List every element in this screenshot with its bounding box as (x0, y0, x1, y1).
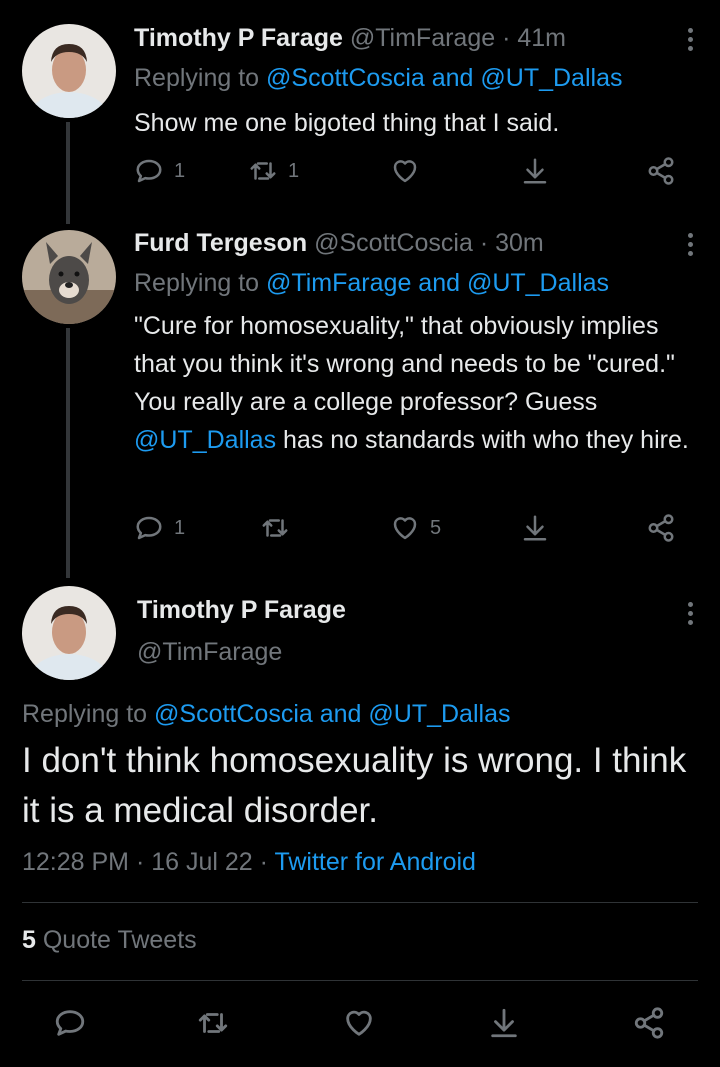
quote-tweets-link[interactable]: 5 Quote Tweets (22, 926, 197, 955)
bookmark-icon (523, 515, 547, 541)
thread-line (66, 328, 70, 578)
replying-to-link[interactable]: @ScottCoscia and @UT_Dallas (266, 64, 622, 92)
divider (22, 980, 698, 981)
retweet-count: 1 (288, 159, 300, 182)
tweet-meta: 12:28 PM · 16 Jul 22 · Twitter for Andro… (22, 848, 476, 877)
author-handle[interactable]: @TimFarage (350, 24, 495, 52)
tweet-time: · 30m (479, 229, 544, 257)
share-icon (634, 1007, 664, 1039)
bookmark-button[interactable] (487, 1006, 521, 1040)
retweet-button[interactable]: 1 (248, 156, 299, 186)
avatar[interactable] (22, 586, 116, 680)
reply-icon (136, 516, 162, 540)
replying-to: Replying to @ScottCoscia and @UT_Dallas (22, 700, 510, 729)
more-icon[interactable] (688, 28, 694, 55)
like-button[interactable] (342, 1006, 376, 1040)
tweet-actions: 1 1 (134, 156, 694, 188)
replying-prefix: Replying to (134, 64, 260, 92)
share-button[interactable] (646, 513, 676, 543)
tweet-source[interactable]: Twitter for Android (274, 848, 475, 876)
mention-link[interactable]: @UT_Dallas (134, 426, 276, 454)
like-icon (393, 160, 417, 183)
thread-line (66, 122, 70, 224)
author-name[interactable]: Timothy P Farage (137, 596, 346, 624)
share-icon (648, 514, 674, 542)
quote-count: 5 (22, 926, 36, 954)
tweet-text: Show me one bigoted thing that I said. (134, 109, 560, 137)
author-handle[interactable]: @TimFarage (137, 638, 282, 666)
divider (22, 902, 698, 903)
more-icon[interactable] (688, 233, 694, 260)
bookmark-icon (491, 1008, 517, 1038)
share-button[interactable] (646, 156, 676, 186)
like-button[interactable]: 5 (390, 513, 441, 543)
share-icon (648, 157, 674, 185)
tweet-text-part: has no standards with who they hire. (276, 426, 689, 454)
like-button[interactable] (390, 156, 420, 186)
tweet-text: "Cure for homosexuality," that obviously… (134, 307, 694, 459)
reply-icon (136, 159, 162, 183)
bookmark-button[interactable] (520, 513, 550, 543)
tweet-actions: 1 5 (134, 513, 694, 545)
reply-button[interactable] (53, 1006, 87, 1040)
replying-to-link[interactable]: @TimFarage and @UT_Dallas (266, 269, 609, 297)
author-name[interactable]: Furd Tergeson (134, 229, 307, 257)
like-icon (393, 517, 417, 540)
replying-prefix: Replying to (22, 700, 148, 728)
reply-icon (55, 1010, 85, 1036)
bookmark-button[interactable] (520, 156, 550, 186)
like-icon (346, 1010, 372, 1036)
tweet-text: I don't think homosexuality is wrong. I … (22, 741, 687, 830)
retweet-button[interactable] (260, 513, 300, 543)
share-button[interactable] (632, 1006, 666, 1040)
main-tweet-actions (0, 990, 720, 1056)
replying-prefix: Replying to (134, 269, 260, 297)
reply-button[interactable]: 1 (134, 156, 185, 186)
tweet-timestamp[interactable]: 12:28 PM · 16 Jul 22 · (22, 848, 268, 876)
more-icon[interactable] (688, 602, 694, 629)
reply-button[interactable]: 1 (134, 513, 185, 543)
replying-to-link[interactable]: @ScottCoscia and @UT_Dallas (154, 700, 510, 728)
author-name[interactable]: Timothy P Farage (134, 24, 343, 52)
avatar[interactable] (22, 24, 116, 118)
like-count: 5 (430, 516, 442, 539)
retweet-button[interactable] (196, 1006, 230, 1040)
bookmark-icon (523, 158, 547, 184)
replying-to: Replying to @ScottCoscia and @UT_Dallas (134, 64, 622, 93)
replying-to: Replying to @TimFarage and @UT_Dallas (134, 269, 609, 298)
tweet-text-part: "Cure for homosexuality," that obviously… (134, 312, 675, 416)
avatar[interactable] (22, 230, 116, 324)
tweet-time: · 41m (502, 24, 566, 52)
retweet-icon (198, 1013, 228, 1033)
quote-label: Quote Tweets (42, 926, 197, 954)
author-handle[interactable]: @ScottCoscia (314, 229, 473, 257)
reply-count: 1 (174, 159, 186, 182)
retweet-icon (262, 519, 288, 537)
retweet-icon (250, 162, 276, 180)
reply-count: 1 (174, 516, 186, 539)
